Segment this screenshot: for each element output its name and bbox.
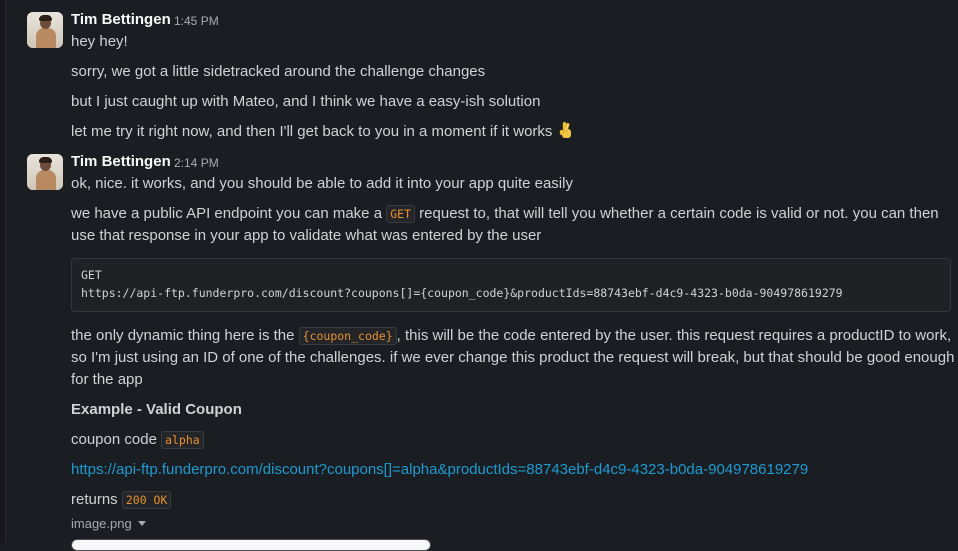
message-line: sorry, we got a little sidetracked aroun… [71,63,486,80]
message-line: https://api-ftp.funderpro.com/discount?c… [71,459,808,481]
message-text: we have a public API endpoint you can ma… [71,205,387,222]
code-line: https://api-ftp.funderpro.com/discount?c… [81,286,843,300]
example-title: Example - Valid Coupon [71,401,242,418]
image-preview[interactable] [71,539,431,551]
example-link[interactable]: https://api-ftp.funderpro.com/discount?c… [71,461,808,478]
message-text: returns [71,491,122,508]
message-line: hey hey! [71,33,128,50]
attachment-toggle[interactable]: image.png [71,516,146,531]
message-line: we have a public API endpoint you can ma… [71,203,939,225]
message-line: coupon code alpha [71,429,204,451]
sidebar-edge [0,0,6,543]
message-text: coupon code [71,431,162,448]
timestamp[interactable]: 1:45 PM [174,14,219,28]
message-text: request to, that will tell you whether a… [415,205,939,222]
message-line: returns 200 OK [71,489,172,511]
author-name[interactable]: Tim Bettingen [71,11,171,28]
inline-code: alpha [161,431,204,449]
message-text: let me try it right now, and then I'll g… [71,123,553,140]
timestamp[interactable]: 2:14 PM [174,156,219,170]
code-line: GET [81,268,102,282]
message-line: for the app [71,371,143,388]
code-block[interactable]: GET https://api-ftp.funderpro.com/discou… [71,258,951,312]
inline-code: 200 OK [121,491,172,509]
caret-down-icon[interactable] [137,521,146,526]
inline-code: GET [386,205,415,223]
avatar[interactable] [27,12,63,48]
message-text: , this will be the code entered by the u… [396,327,952,344]
author-name[interactable]: Tim Bettingen [71,153,171,170]
message-line: let me try it right now, and then I'll g… [71,121,575,143]
message-line: use that response in your app to validat… [71,227,542,244]
message-line: so I'm just using an ID of one of the ch… [71,349,955,366]
attachment-name: image.png [71,516,132,531]
message-text: the only dynamic thing here is the [71,327,299,344]
crossed-fingers-icon [559,121,571,138]
avatar[interactable] [27,154,63,190]
inline-code: {coupon_code} [298,327,397,345]
message-line: but I just caught up with Mateo, and I t… [71,93,541,110]
message-line: the only dynamic thing here is the {coup… [71,325,951,347]
message-line: ok, nice. it works, and you should be ab… [71,175,573,192]
